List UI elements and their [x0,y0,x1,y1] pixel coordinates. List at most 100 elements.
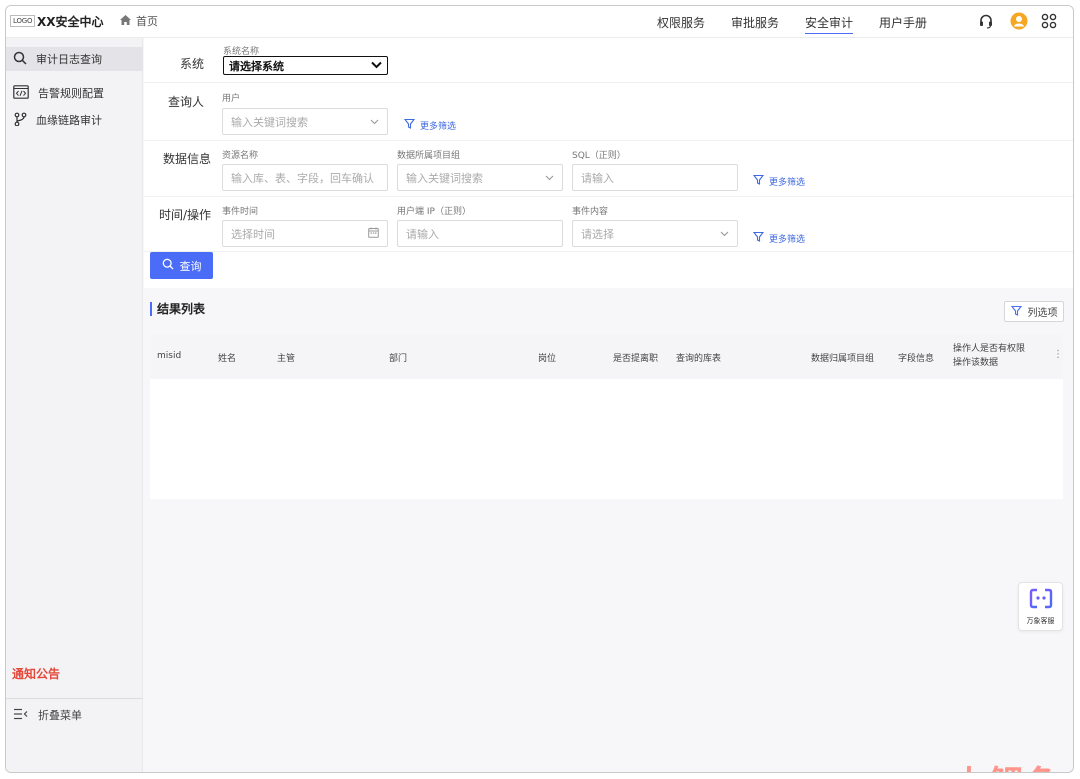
column-header-manager[interactable]: 主管 [277,351,295,364]
project-group-input[interactable]: 输入关键词搜索 [397,164,563,191]
column-header-field-info[interactable]: 字段信息 [898,351,934,364]
time-op-more-filters[interactable]: 更多筛选 [752,231,806,245]
event-time-picker[interactable]: 选择时间 [222,220,388,247]
headset-icon[interactable] [977,12,995,30]
search-button[interactable]: 查询 [150,252,213,279]
sidebar-item-alert-rule-config[interactable]: 告警规则配置 [6,81,143,105]
event-time-placeholder: 选择时间 [231,227,275,241]
column-header-data-project-group[interactable]: 数据归属项目组 [811,351,874,364]
filter-icon [1010,305,1022,319]
sidebar-divider [6,698,143,699]
user-search-placeholder: 输入关键词搜索 [231,115,308,129]
calendar-icon [368,227,379,241]
customer-service-widget[interactable]: 万象客服 [1018,582,1063,631]
project-group-placeholder: 输入关键词搜索 [406,171,483,185]
search-icon [162,258,174,273]
event-content-placeholder: 请选择 [581,227,614,241]
collapse-menu-button[interactable]: 折叠菜单 [13,707,82,723]
row-label-data-info: 数据信息 [162,152,211,166]
column-header-position[interactable]: 岗位 [538,351,556,364]
field-label-user: 用户 [222,94,241,104]
nav-security-audit[interactable]: 安全审计 [804,14,853,34]
field-label-event-time: 事件时间 [222,207,259,217]
nav-permission-service[interactable]: 权限服务 [657,14,705,34]
column-header-has-permission[interactable]: 操作人是否有权限操作该数据 [953,342,1025,370]
customer-service-label: 万象客服 [1026,616,1055,625]
column-header-department[interactable]: 部门 [389,351,407,364]
chevron-down-icon [545,171,554,184]
search-icon [13,51,27,68]
row-label-system: 系统 [179,57,204,71]
column-header-name[interactable]: 姓名 [218,351,236,364]
client-ip-input[interactable]: 请输入 [397,220,563,247]
collapse-menu-label: 折叠菜单 [38,709,82,722]
watermark: 火鲤鱼 [952,756,1063,772]
home-icon [119,14,132,29]
field-label-event-content: 事件内容 [572,207,609,217]
querier-more-filters[interactable]: 更多筛选 [403,118,457,132]
row-label-time-op: 时间/操作 [158,208,211,222]
apps-grid-icon[interactable] [1040,12,1058,30]
more-filters-label: 更多筛选 [420,121,457,132]
app-window: LOGO XX安全中心 首页 权限服务 审批服务 安全审计 用户手册 审计日志查… [5,5,1074,773]
filter-panel: 系统 系统名称 请选择系统 查询人 用户 输入关键词搜索 更多筛选 数据信息 资… [144,38,1073,288]
nav-user-manual[interactable]: 用户手册 [879,14,927,34]
row-divider [144,251,1073,252]
main-content: 系统 系统名称 请选择系统 查询人 用户 输入关键词搜索 更多筛选 数据信息 资… [144,38,1073,772]
field-label-project-group: 数据所属项目组 [397,151,461,161]
sql-placeholder: 请输入 [581,171,614,185]
search-button-label: 查询 [179,259,202,273]
sidebar: 审计日志查询 告警规则配置 血缘链路审计 通知公告 折叠菜单 [6,38,143,772]
resource-placeholder: 输入库、表、字段，回车确认 [231,171,374,185]
field-label-client-ip: 用户端 IP（正则） [397,207,471,217]
sql-input[interactable]: 请输入 [572,164,738,191]
user-avatar-icon[interactable] [1010,12,1028,30]
more-filters-label: 更多筛选 [769,177,806,188]
row-divider [144,140,1073,141]
client-ip-placeholder: 请输入 [406,227,439,241]
notice-link[interactable]: 通知公告 [12,665,60,682]
more-columns-icon[interactable]: ⋮ [1053,349,1063,360]
sidebar-item-audit-log-query[interactable]: 审计日志查询 [6,47,143,71]
results-title: 结果列表 [150,302,205,316]
customer-service-icon [1029,588,1053,612]
column-header-queried-tables[interactable]: 查询的库表 [676,351,721,364]
system-select[interactable]: 请选择系统 [223,56,388,75]
chevron-down-icon [720,227,729,240]
collapse-menu-icon [13,708,28,723]
nav-approval-service[interactable]: 审批服务 [731,14,779,34]
column-options-label: 列选项 [1027,308,1058,319]
system-select-value: 请选择系统 [229,59,284,73]
table-header: misid 姓名 主管 部门 岗位 是否提离职 查询的库表 数据归属项目组 字段… [150,335,1063,379]
results-table: misid 姓名 主管 部门 岗位 是否提离职 查询的库表 数据归属项目组 字段… [150,335,1063,499]
filter-icon [752,174,765,188]
home-link[interactable]: 首页 [119,13,158,29]
user-search-input[interactable]: 输入关键词搜索 [222,108,388,135]
code-window-icon [13,84,29,102]
chevron-down-icon [371,59,382,72]
sidebar-item-label: 告警规则配置 [38,87,104,100]
top-header: LOGO XX安全中心 首页 权限服务 审批服务 安全审计 用户手册 [6,6,1073,38]
column-options-button[interactable]: 列选项 [1004,301,1064,322]
field-label-sql: SQL（正则） [572,151,626,161]
filter-icon [752,231,765,245]
row-divider [144,82,1073,83]
top-nav: 权限服务 审批服务 安全审计 用户手册 [657,14,927,34]
chevron-down-icon [370,115,379,128]
more-filters-label: 更多筛选 [769,234,806,245]
field-label-resource: 资源名称 [222,151,259,161]
data-info-more-filters[interactable]: 更多筛选 [752,174,806,188]
resource-input[interactable]: 输入库、表、字段，回车确认 [222,164,388,191]
sidebar-item-label: 审计日志查询 [36,53,102,66]
event-content-select[interactable]: 请选择 [572,220,738,247]
app-title: XX安全中心 [37,15,104,29]
row-label-querier: 查询人 [167,95,204,109]
logo: LOGO [10,15,36,27]
branch-icon [13,112,27,129]
home-label: 首页 [136,15,158,28]
row-divider [144,196,1073,197]
filter-icon [403,118,416,132]
column-header-misid[interactable]: misid [157,351,181,361]
sidebar-item-lineage-audit[interactable]: 血缘链路审计 [6,108,143,132]
column-header-resigning[interactable]: 是否提离职 [613,351,658,364]
